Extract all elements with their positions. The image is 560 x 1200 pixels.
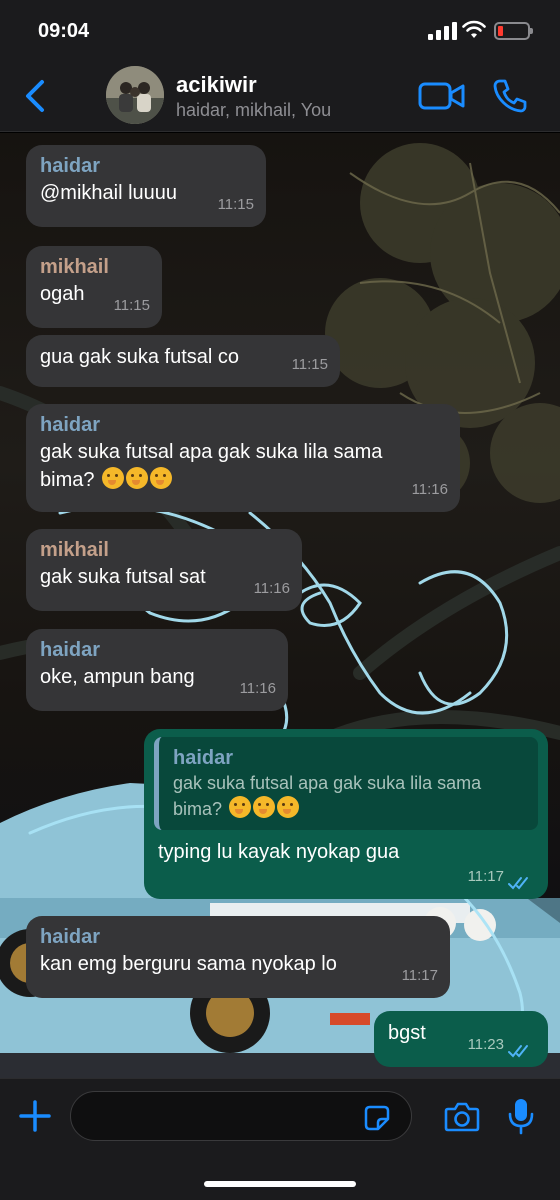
chat-header: acikiwir haidar, mikhail, You	[0, 60, 560, 132]
cellular-signal-icon	[428, 22, 458, 40]
message-time: 11:23	[467, 1036, 504, 1053]
message-sender[interactable]: haidar	[40, 924, 436, 950]
chevron-left-icon[interactable]	[20, 78, 50, 114]
group-name[interactable]: acikiwir	[176, 72, 257, 98]
message-time: 11:16	[239, 680, 276, 697]
quoted-text-line: bima?	[173, 799, 223, 819]
message-text: typing lu kayak nyokap gua	[158, 841, 400, 863]
message-bubble-incoming[interactable]: haidar kan emg berguru sama nyokap lo 11…	[26, 916, 450, 998]
message-text: bgst	[388, 1022, 426, 1044]
home-indicator[interactable]	[204, 1181, 356, 1187]
message-bubble-outgoing[interactable]: bgst 11:23	[374, 1011, 548, 1067]
message-time: 11:16	[253, 580, 290, 597]
message-time: 11:16	[411, 481, 448, 498]
group-avatar[interactable]	[106, 66, 164, 124]
message-bubble-incoming[interactable]: haidar @mikhail luuuu 11:15	[26, 145, 266, 227]
message-bubble-outgoing[interactable]: haidar gak suka futsal apa gak suka lila…	[144, 729, 548, 899]
message-time: 11:17	[401, 967, 438, 984]
message-sender[interactable]: haidar	[40, 153, 252, 179]
message-bubble-incoming[interactable]: haidar gak suka futsal apa gak suka lila…	[26, 404, 460, 512]
wifi-icon	[462, 20, 486, 38]
message-time: 11:15	[113, 297, 150, 314]
camera-icon[interactable]	[444, 1101, 480, 1133]
quoted-text-line: gak suka futsal apa gak suka lila sama	[173, 773, 482, 793]
quoted-text-line: bima?	[173, 796, 526, 822]
shushing-face-emoji-icon	[102, 467, 125, 489]
status-time: 09:04	[38, 20, 90, 42]
message-text-line: gak suka futsal apa gak suka lila sama	[40, 441, 383, 463]
message-sender[interactable]: mikhail	[40, 254, 148, 280]
message-bubble-incoming[interactable]: mikhail ogah 11:15	[26, 246, 162, 328]
microphone-icon[interactable]	[508, 1097, 534, 1135]
message-time: 11:15	[217, 196, 254, 213]
message-time: 11:15	[291, 356, 328, 373]
message-bubble-incoming[interactable]: gua gak suka futsal co 11:15	[26, 335, 340, 387]
phone-icon[interactable]	[492, 78, 528, 114]
message-sender[interactable]: haidar	[40, 637, 274, 663]
message-input[interactable]	[70, 1091, 412, 1141]
sticker-icon[interactable]	[364, 1105, 390, 1131]
message-text-line: bima?	[40, 466, 446, 494]
shushing-face-emoji-icon	[150, 467, 173, 489]
read-receipt-icon	[508, 1045, 528, 1058]
message-time: 11:17	[467, 868, 504, 885]
message-sender[interactable]: haidar	[40, 412, 446, 438]
shushing-face-emoji-icon	[229, 796, 252, 818]
group-members[interactable]: haidar, mikhail, You	[176, 100, 331, 121]
chat-area[interactable]: haidar @mikhail luuuu 11:15 mikhail ogah…	[0, 133, 560, 1078]
video-call-icon[interactable]	[418, 80, 466, 112]
message-text: kan emg berguru sama nyokap lo	[40, 953, 337, 975]
battery-icon	[494, 22, 533, 40]
shushing-face-emoji-icon	[277, 796, 300, 818]
status-bar: 09:04	[0, 0, 560, 60]
plus-icon[interactable]	[18, 1099, 52, 1133]
message-bubble-incoming[interactable]: haidar oke, ampun bang 11:16	[26, 629, 288, 711]
message-text: gua gak suka futsal co	[40, 346, 240, 368]
shushing-face-emoji-icon	[126, 467, 149, 489]
message-bubble-incoming[interactable]: mikhail gak suka futsal sat 11:16	[26, 529, 302, 611]
message-text: gak suka futsal sat	[40, 566, 206, 588]
message-sender[interactable]: mikhail	[40, 537, 288, 563]
quoted-sender: haidar	[173, 747, 234, 769]
quoted-message[interactable]: haidar gak suka futsal apa gak suka lila…	[154, 737, 538, 830]
shushing-face-emoji-icon	[253, 796, 276, 818]
read-receipt-icon	[508, 877, 528, 890]
message-text-line: bima?	[40, 469, 95, 491]
